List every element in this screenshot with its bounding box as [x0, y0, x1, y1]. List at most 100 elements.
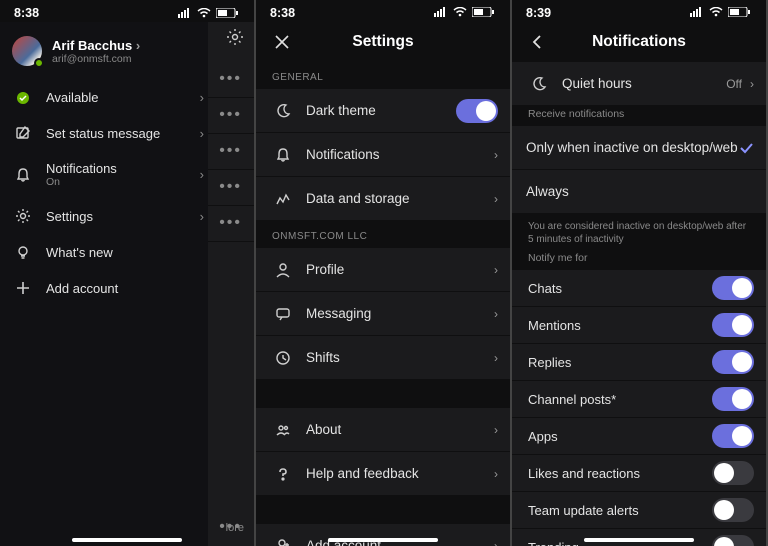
bulb-icon: [12, 244, 34, 260]
avatar: [12, 36, 42, 66]
row-add-account[interactable]: Add account ›: [256, 524, 510, 546]
toggle-mentions[interactable]: [712, 313, 754, 337]
battery-icon: [472, 6, 494, 20]
row-notify-apps[interactable]: Apps: [512, 418, 766, 455]
row-label: Profile: [306, 262, 494, 277]
row-messaging[interactable]: Messaging ›: [256, 292, 510, 336]
status-time: 8:38: [270, 6, 295, 20]
drawer-item-available[interactable]: Available ›: [0, 80, 208, 115]
more-label: lore: [226, 522, 244, 534]
status-bar: 8:39: [512, 0, 766, 22]
profile-name: Arif Bacchus: [52, 38, 132, 53]
top-nav: Settings: [256, 22, 510, 62]
row-receive-always[interactable]: Always: [512, 170, 766, 214]
signal-icon: [434, 6, 448, 20]
toggle-likes-and-reactions[interactable]: [712, 461, 754, 485]
quiet-hours-icon: [526, 76, 552, 92]
toggle-dark-theme[interactable]: [456, 99, 498, 123]
back-button[interactable]: [522, 26, 554, 58]
more-icon[interactable]: •••: [219, 106, 242, 124]
row-label: Quiet hours: [562, 76, 726, 91]
row-receive-inactive[interactable]: Only when inactive on desktop/web: [512, 126, 766, 170]
toggle-channel-posts-[interactable]: [712, 387, 754, 411]
home-indicator[interactable]: [328, 538, 438, 542]
drawer-item-label: Set status message: [46, 126, 160, 141]
toggle-chats[interactable]: [712, 276, 754, 300]
close-button[interactable]: [266, 26, 298, 58]
home-indicator[interactable]: [72, 538, 182, 542]
more-icon[interactable]: •••: [219, 178, 242, 196]
data-icon: [270, 191, 296, 207]
signal-icon: [178, 8, 192, 18]
inactive-help-text: You are considered inactive on desktop/w…: [512, 214, 766, 250]
row-notify-channel-posts-[interactable]: Channel posts*: [512, 381, 766, 418]
drawer-item-status-message[interactable]: Set status message ›: [0, 115, 208, 151]
gear-icon[interactable]: [226, 28, 244, 51]
drawer-item-whats-new[interactable]: What's new: [0, 234, 208, 270]
row-shifts[interactable]: Shifts ›: [256, 336, 510, 380]
row-dark-theme[interactable]: Dark theme: [256, 89, 510, 133]
status-bar: 8:38: [0, 0, 254, 22]
toggle-trending[interactable]: [712, 535, 754, 546]
status-right: [690, 6, 750, 20]
row-label: Replies: [528, 355, 712, 370]
row-quiet-hours[interactable]: Quiet hours Off›: [512, 62, 766, 106]
toggle-replies[interactable]: [712, 350, 754, 374]
drawer-item-label: Notifications: [46, 161, 117, 176]
more-icon[interactable]: •••: [219, 70, 242, 88]
row-notify-team-update-alerts[interactable]: Team update alerts: [512, 492, 766, 529]
chevron-right-icon: ›: [494, 351, 498, 365]
row-label: Data and storage: [306, 191, 494, 206]
drawer-item-add-account[interactable]: Add account: [0, 270, 208, 306]
row-data-storage[interactable]: Data and storage ›: [256, 177, 510, 221]
profile-header[interactable]: Arif Bacchus › arif@onmsft.com: [0, 22, 208, 80]
row-notify-mentions[interactable]: Mentions: [512, 307, 766, 344]
chevron-right-icon: ›: [494, 423, 498, 437]
row-label: Dark theme: [306, 103, 456, 118]
row-notify-likes-and-reactions[interactable]: Likes and reactions: [512, 455, 766, 492]
chevron-right-icon: ›: [200, 90, 204, 105]
drawer-item-settings[interactable]: Settings ›: [0, 198, 208, 234]
row-about[interactable]: About ›: [256, 408, 510, 452]
toggle-apps[interactable]: [712, 424, 754, 448]
more-icon[interactable]: •••: [219, 142, 242, 160]
row-profile[interactable]: Profile ›: [256, 248, 510, 292]
row-notifications[interactable]: Notifications ›: [256, 133, 510, 177]
more-icon[interactable]: •••: [219, 214, 242, 232]
row-notify-replies[interactable]: Replies: [512, 344, 766, 381]
page-title: Settings: [298, 33, 468, 51]
screen-drawer: 8:38 Arif Bacchus › arif@onmsft.com Avai…: [0, 0, 256, 546]
edit-icon: [12, 125, 34, 141]
row-label: Apps: [528, 429, 712, 444]
presence-available-icon: [12, 91, 34, 105]
drawer-item-notifications[interactable]: Notifications On ›: [0, 151, 208, 198]
battery-icon: [216, 8, 238, 18]
add-person-icon: [270, 538, 296, 546]
home-indicator[interactable]: [584, 538, 694, 542]
chat-icon: [270, 306, 296, 322]
drawer-item-label: Available: [46, 90, 99, 105]
content-peek: ••• ••• ••• ••• ••• ••• lore: [208, 22, 254, 546]
row-help[interactable]: Help and feedback ›: [256, 452, 510, 496]
section-header-general: GENERAL: [256, 62, 510, 89]
page-title: Notifications: [554, 33, 724, 51]
screen-settings: 8:38 Settings GENERAL Dark theme Notific…: [256, 0, 512, 546]
status-right: [434, 6, 494, 20]
teams-icon: [270, 422, 296, 438]
chevron-right-icon: ›: [494, 539, 498, 546]
row-label: Shifts: [306, 350, 494, 365]
profile-icon: [270, 262, 296, 278]
status-time: 8:38: [14, 6, 39, 20]
drawer-item-label: What's new: [46, 245, 113, 260]
chevron-right-icon: ›: [494, 467, 498, 481]
chevron-right-icon: ›: [494, 192, 498, 206]
section-header-notify: Notify me for: [512, 250, 766, 270]
shifts-icon: [270, 350, 296, 366]
toggle-team-update-alerts[interactable]: [712, 498, 754, 522]
section-header-org: ONMSFT.COM LLC: [256, 221, 510, 248]
row-notify-chats[interactable]: Chats: [512, 270, 766, 307]
drawer-item-label: Add account: [46, 281, 118, 296]
chevron-right-icon: ›: [200, 126, 204, 141]
chevron-right-icon: ›: [494, 307, 498, 321]
chevron-right-icon: ›: [200, 209, 204, 224]
